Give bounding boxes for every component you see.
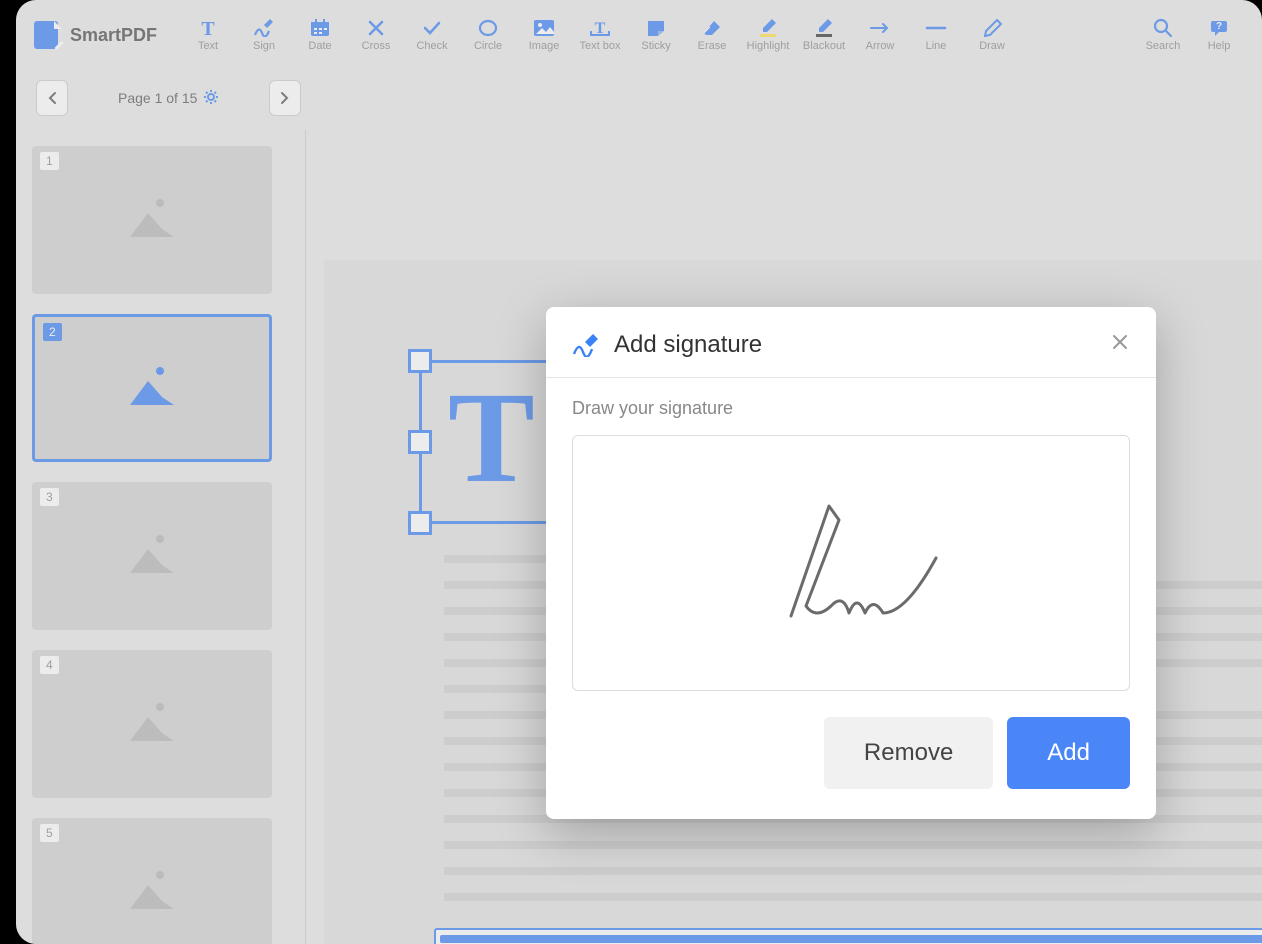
page-nav: Page 1 of 15 [16, 66, 1262, 130]
help-icon: ? [1207, 18, 1231, 38]
arrow-icon [868, 18, 892, 38]
tool-draw[interactable]: Draw [967, 10, 1017, 60]
tool-textbox[interactable]: T Text box [575, 10, 625, 60]
tool-check[interactable]: Check [407, 10, 457, 60]
tool-date[interactable]: Date [295, 10, 345, 60]
blackout-icon [812, 18, 836, 38]
thumbnail-1[interactable]: 1 [32, 146, 272, 294]
modal-title: Add signature [614, 331, 1110, 359]
field-bar[interactable] [434, 928, 1262, 944]
tool-help[interactable]: ? Help [1194, 10, 1244, 60]
image-placeholder-icon [122, 531, 182, 582]
prev-page-button[interactable] [36, 80, 68, 116]
resize-handle-tl[interactable] [408, 349, 432, 373]
tool-arrow[interactable]: Arrow [855, 10, 905, 60]
image-placeholder-icon [122, 195, 182, 246]
svg-text:?: ? [1216, 21, 1222, 32]
signature-icon [572, 333, 600, 357]
thumbnail-number: 4 [40, 656, 59, 674]
image-icon [532, 18, 556, 38]
tool-image[interactable]: Image [519, 10, 569, 60]
logo-icon [34, 21, 62, 49]
text-icon: T [196, 18, 220, 38]
tool-sticky[interactable]: Sticky [631, 10, 681, 60]
image-placeholder-icon [122, 867, 182, 918]
erase-icon [700, 18, 724, 38]
tool-blackout[interactable]: Blackout [799, 10, 849, 60]
cross-icon [364, 18, 388, 38]
thumbnail-number: 3 [40, 488, 59, 506]
svg-text:T: T [201, 19, 215, 37]
thumbnail-sidebar: 1 2 3 4 5 [16, 130, 306, 944]
circle-icon [476, 18, 500, 38]
search-icon [1151, 18, 1175, 38]
draw-icon [980, 18, 1004, 38]
tool-highlight[interactable]: Highlight [743, 10, 793, 60]
add-signature-modal: Add signature Draw your signature Remove… [546, 307, 1156, 819]
signature-canvas[interactable] [572, 435, 1130, 691]
draw-signature-label: Draw your signature [572, 398, 1130, 419]
page-indicator: Page 1 of 15 [118, 89, 219, 108]
tool-circle[interactable]: Circle [463, 10, 513, 60]
thumbnail-4[interactable]: 4 [32, 650, 272, 798]
add-button[interactable]: Add [1007, 717, 1130, 789]
toolbar: SmartPDF T Text Sign Date Cross Check Ci… [16, 0, 1262, 66]
tool-text[interactable]: T Text [183, 10, 233, 60]
thumbnail-5[interactable]: 5 [32, 818, 272, 944]
image-placeholder-icon [122, 699, 182, 750]
thumbnail-3[interactable]: 3 [32, 482, 272, 630]
tool-search[interactable]: Search [1138, 10, 1188, 60]
thumbnail-number: 5 [40, 824, 59, 842]
app-logo[interactable]: SmartPDF [34, 21, 157, 49]
check-icon [420, 18, 444, 38]
image-placeholder-icon [122, 363, 182, 414]
sign-icon [252, 18, 276, 38]
sticky-icon [644, 18, 668, 38]
thumbnail-2[interactable]: 2 [32, 314, 272, 462]
thumbnail-number: 1 [40, 152, 59, 170]
resize-handle-ml[interactable] [408, 430, 432, 454]
highlight-icon [756, 18, 780, 38]
line-icon [924, 18, 948, 38]
resize-handle-bl[interactable] [408, 511, 432, 535]
tool-erase[interactable]: Erase [687, 10, 737, 60]
tool-line[interactable]: Line [911, 10, 961, 60]
thumbnail-number: 2 [43, 323, 62, 341]
tool-sign[interactable]: Sign [239, 10, 289, 60]
textbox-icon: T [588, 18, 612, 38]
tool-cross[interactable]: Cross [351, 10, 401, 60]
app-name: SmartPDF [70, 25, 157, 46]
gear-icon[interactable] [203, 89, 219, 108]
close-button[interactable] [1110, 332, 1130, 358]
next-page-button[interactable] [269, 80, 301, 116]
date-icon [308, 18, 332, 38]
remove-button[interactable]: Remove [824, 717, 993, 789]
signature-drawing [731, 488, 971, 638]
